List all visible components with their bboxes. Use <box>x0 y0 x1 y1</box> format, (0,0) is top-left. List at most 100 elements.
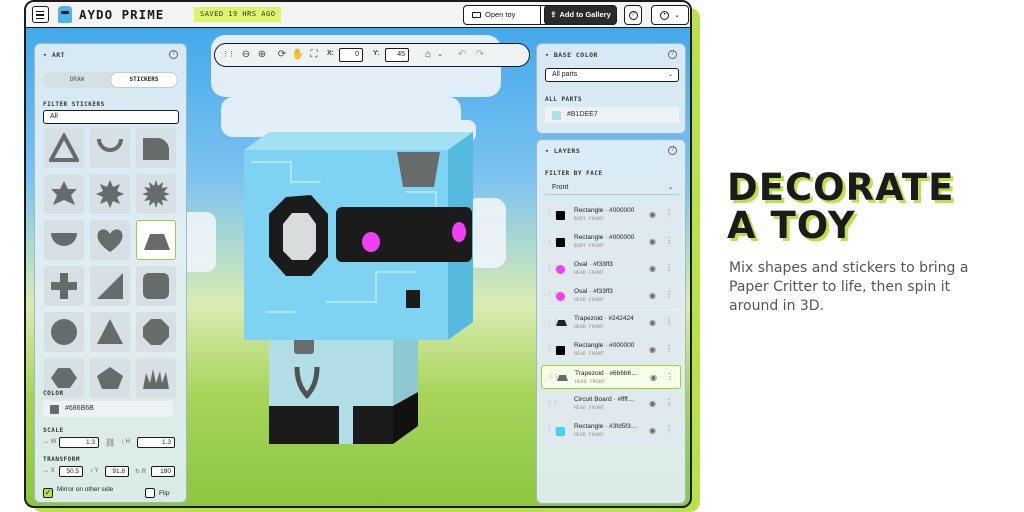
eye-icon[interactable]: ◉ <box>649 318 656 327</box>
tab-draw[interactable]: DRAW <box>44 73 110 87</box>
flip-checkbox[interactable] <box>145 488 155 498</box>
drag-handle-icon[interactable]: ⋮⋮ <box>547 373 560 381</box>
scale-w-input[interactable]: 1.3 <box>59 437 99 448</box>
layer-name: Circuit Board · #ffff… <box>574 396 635 403</box>
layer-row[interactable]: ⋮⋮ Rectangle · #000000 HEAD FRONT ◉ ⋮ <box>541 338 681 362</box>
more-vertical-icon[interactable]: ⋮ <box>666 372 674 381</box>
tab-stickers[interactable]: STICKERS <box>111 73 177 87</box>
part-select[interactable]: All parts ⌄ <box>545 68 679 82</box>
layer-row[interactable]: ⋮⋮ Oval · #f33ff3 HEAD FRONT ◉ ⋮ <box>541 257 681 281</box>
more-vertical-icon[interactable]: ⋮ <box>665 290 673 299</box>
more-vertical-icon[interactable]: ⋮ <box>665 209 673 218</box>
color-swatch <box>552 110 561 120</box>
sticker-circle[interactable] <box>44 312 84 352</box>
layer-name: Rectangle · #000000 <box>574 234 635 241</box>
sticker-right-triangle[interactable] <box>90 266 130 306</box>
layer-row[interactable]: ⋮⋮ Rectangle · #3fd5f3… HEAD FRONT ◉ ⋮ <box>541 419 681 443</box>
drag-handle-icon[interactable]: ⋮⋮ <box>546 318 559 326</box>
drag-handle-icon[interactable]: ⋮⋮ <box>546 399 559 407</box>
layer-row[interactable]: ⋮⋮ Rectangle · #000000 BODY FRONT ◉ ⋮ <box>541 230 681 254</box>
mirror-checkbox[interactable]: ✓ <box>43 488 53 498</box>
layer-row[interactable]: ⋮⋮ Circuit Board · #ffff… HEAD FRONT ◉ ⋮ <box>541 392 681 416</box>
eye-icon[interactable]: ◉ <box>649 264 656 273</box>
quarter-shape-icon <box>143 138 170 160</box>
base-color-header[interactable]: ▾ BASE COLOR <box>545 51 598 59</box>
chevron-down-icon: ⌄ <box>667 185 673 191</box>
fit-view-icon[interactable]: ⛶ <box>307 48 321 62</box>
sticker-plus[interactable] <box>44 266 84 306</box>
sticker-half-circle[interactable] <box>44 220 84 260</box>
zoom-out-icon[interactable]: ⊖ <box>239 48 253 62</box>
layer-row[interactable]: ⋮⋮ Trapezoid · #6b6b6… HEAD FRONT ◉ ⋮ <box>541 365 681 389</box>
eye-icon[interactable]: ◉ <box>649 426 656 435</box>
x-rotation-input[interactable]: 0 <box>339 48 363 62</box>
base-color-field[interactable]: #B1DEE7 <box>545 107 679 123</box>
sticker-triangle[interactable] <box>90 312 130 352</box>
eye-icon[interactable]: ◉ <box>650 373 657 382</box>
sticker-pentagon[interactable] <box>90 358 130 398</box>
user-menu-button[interactable]: • ⌄ <box>651 5 689 25</box>
art-panel-header[interactable]: ▾ ART <box>43 51 65 59</box>
more-vertical-icon[interactable]: ⋮ <box>665 263 673 272</box>
hand-pan-icon[interactable]: ✋ <box>291 48 305 62</box>
sticker-filter-select[interactable]: All <box>43 110 179 124</box>
eye-icon[interactable]: ◉ <box>649 399 656 408</box>
rotate-icon[interactable]: ⟳ <box>275 48 289 62</box>
help-button[interactable]: ? <box>624 5 642 25</box>
drag-handle-icon[interactable]: ⋮⋮ <box>221 48 235 62</box>
sticker-arc[interactable] <box>90 128 130 168</box>
sticker-heart[interactable] <box>90 220 130 260</box>
sticker-star-8[interactable] <box>90 174 130 214</box>
menu-button[interactable] <box>32 6 49 23</box>
layer-row[interactable]: ⋮⋮ Rectangle · #000000 BODY FRONT ◉ ⋮ <box>541 203 681 227</box>
more-vertical-icon[interactable]: ⋮ <box>665 236 673 245</box>
sticker-star-6[interactable] <box>44 174 84 214</box>
layer-name: Trapezoid · #242424 <box>574 315 634 322</box>
sticker-star-12[interactable] <box>136 174 176 214</box>
transform-y-label: ↕ Y <box>90 468 99 474</box>
layer-row[interactable]: ⋮⋮ Oval · #f33ff3 HEAD FRONT ◉ ⋮ <box>541 284 681 308</box>
add-to-gallery-label: Add to Gallery <box>559 10 611 19</box>
layer-face: HEAD FRONT <box>575 380 606 385</box>
upload-icon: ⇪ <box>550 10 557 19</box>
question-circle-icon[interactable]: ? <box>169 50 178 59</box>
layer-row[interactable]: ⋮⋮ Trapezoid · #242424 HEAD FRONT ◉ ⋮ <box>541 311 681 335</box>
scale-h-input[interactable]: 1.3 <box>137 437 175 448</box>
question-circle-icon[interactable]: ? <box>668 50 677 59</box>
face-filter-select[interactable]: Front ⌄ <box>545 181 679 195</box>
sticker-octagon[interactable] <box>136 312 176 352</box>
mirror-label: Mirror on other side <box>57 486 114 493</box>
part-select-value: All parts <box>552 71 578 78</box>
eye-icon[interactable]: ◉ <box>649 291 656 300</box>
star-6-icon <box>51 181 77 205</box>
eye-icon[interactable]: ◉ <box>649 345 656 354</box>
undo-icon[interactable]: ↶ <box>455 48 469 62</box>
y-rotation-input[interactable]: 45 <box>385 48 409 62</box>
eye-icon[interactable]: ◉ <box>649 210 656 219</box>
sticker-triangle-outline[interactable] <box>44 128 84 168</box>
sticker-color-field[interactable]: #686B6B <box>43 401 173 417</box>
layers-header[interactable]: ▾ LAYERS <box>545 147 580 155</box>
sticker-rounded-square[interactable] <box>136 266 176 306</box>
circle-icon <box>51 319 77 345</box>
eye-icon[interactable]: ◉ <box>649 237 656 246</box>
sticker-grass[interactable] <box>136 358 176 398</box>
more-vertical-icon[interactable]: ⋮ <box>665 344 673 353</box>
transform-r-input[interactable]: 180 <box>151 466 175 477</box>
link-icon[interactable]: ⛓ <box>105 438 115 447</box>
more-vertical-icon[interactable]: ⋮ <box>665 317 673 326</box>
redo-icon[interactable]: ↷ <box>473 48 487 62</box>
transform-x-input[interactable]: 50.5 <box>59 466 83 477</box>
add-to-gallery-button[interactable]: ⇪ Add to Gallery <box>544 5 617 25</box>
chevron-down-icon: ⌄ <box>674 12 680 19</box>
sticker-quarter-shape[interactable] <box>136 128 176 168</box>
zoom-in-icon[interactable]: ⊕ <box>255 48 269 62</box>
more-vertical-icon[interactable]: ⋮ <box>665 398 673 407</box>
transform-y-input[interactable]: 91.8 <box>105 466 129 477</box>
chevron-down-icon[interactable]: ⌄ <box>433 48 447 62</box>
logo-icon <box>58 6 72 23</box>
sticker-trapezoid[interactable] <box>136 220 176 260</box>
more-vertical-icon[interactable]: ⋮ <box>665 425 673 434</box>
question-circle-icon[interactable]: ? <box>668 146 677 155</box>
open-toy-button[interactable]: Open toy <box>463 5 541 25</box>
